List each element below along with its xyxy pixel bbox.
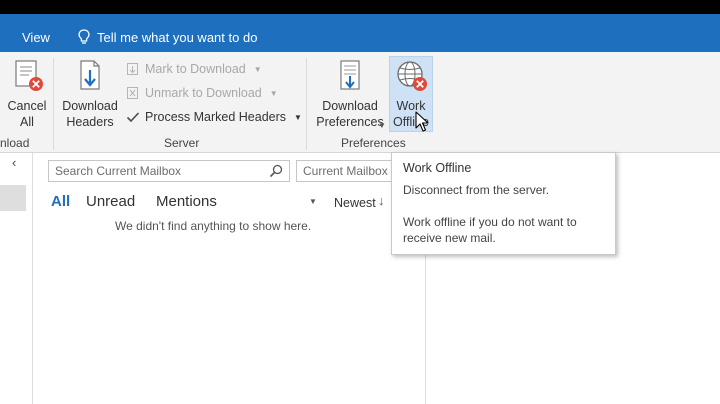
download-headers-label: Download Headers [62, 99, 118, 129]
filter-all[interactable]: All [51, 193, 70, 210]
selected-folder-indicator[interactable] [0, 185, 26, 211]
process-marked-headers-button[interactable]: Process Marked Headers ▼ [126, 110, 302, 124]
download-headers-icon [80, 60, 100, 90]
server-group-label: Server [164, 136, 200, 150]
download-headers-button[interactable]: Download Headers [58, 58, 122, 130]
process-marked-headers-label: Process Marked Headers [145, 110, 287, 124]
tooltip-summary: Disconnect from the server. [403, 183, 550, 197]
tooltip-description: Work offline if you do not want to recei… [403, 215, 577, 245]
window-top-edge [0, 0, 720, 14]
filter-mentions[interactable]: Mentions [156, 193, 217, 210]
sort-direction-icon[interactable]: ↓ [378, 193, 385, 208]
search-current-mailbox[interactable] [48, 160, 290, 182]
group-separator [306, 58, 307, 150]
folder-pane-collapsed [0, 153, 33, 404]
sort-by-newest[interactable]: Newest [334, 196, 376, 210]
search-input[interactable] [55, 163, 255, 179]
tooltip-title: Work Offline [403, 161, 472, 175]
chevron-down-icon[interactable]: ▼ [309, 197, 317, 206]
chevron-down-icon: ▼ [269, 88, 278, 98]
mark-download-icon [127, 63, 138, 75]
group-separator [53, 58, 54, 150]
download-preferences-icon [340, 60, 360, 90]
cancel-all-button[interactable]: Cancel All [4, 58, 50, 130]
search-scope-dropdown[interactable]: Current Mailbox [296, 160, 391, 182]
download-preferences-label: Download Preferences [316, 99, 384, 129]
filter-unread[interactable]: Unread [86, 193, 135, 210]
empty-list-message: We didn't find anything to show here. [115, 219, 312, 233]
preferences-group-label: Preferences [341, 136, 406, 150]
mouse-pointer-icon [415, 111, 429, 132]
unmark-download-icon [127, 87, 138, 99]
chevron-down-icon: ▼ [253, 64, 262, 74]
chevron-down-icon: ▼ [378, 121, 386, 130]
tell-me-search[interactable]: Tell me what you want to do [78, 29, 257, 45]
checkmark-icon [126, 112, 140, 123]
cancel-download-icon [15, 60, 43, 91]
lightbulb-icon [78, 29, 90, 44]
search-icon[interactable] [269, 164, 283, 178]
tell-me-label: Tell me what you want to do [97, 29, 258, 45]
mark-to-download-button[interactable]: Mark to Download ▼ [126, 62, 262, 76]
chevron-down-icon: ▼ [294, 112, 302, 122]
download-group-label: nload [0, 136, 30, 150]
outlook-window: View Tell me what you want to do Cancel … [0, 0, 720, 404]
message-list-pane [33, 153, 426, 404]
tab-view[interactable]: View [22, 30, 50, 45]
unmark-to-download-label: Unmark to Download [145, 86, 262, 100]
download-preferences-button[interactable]: Download Preferences ▼ [312, 58, 388, 130]
cancel-all-label: Cancel All [7, 99, 47, 129]
globe-offline-icon [397, 61, 427, 91]
unmark-to-download-button[interactable]: Unmark to Download ▼ [126, 86, 278, 100]
work-offline-tooltip: Work Offline Disconnect from the server.… [391, 152, 616, 255]
mark-to-download-label: Mark to Download [145, 62, 246, 76]
chevron-left-icon[interactable]: ‹ [12, 155, 16, 170]
